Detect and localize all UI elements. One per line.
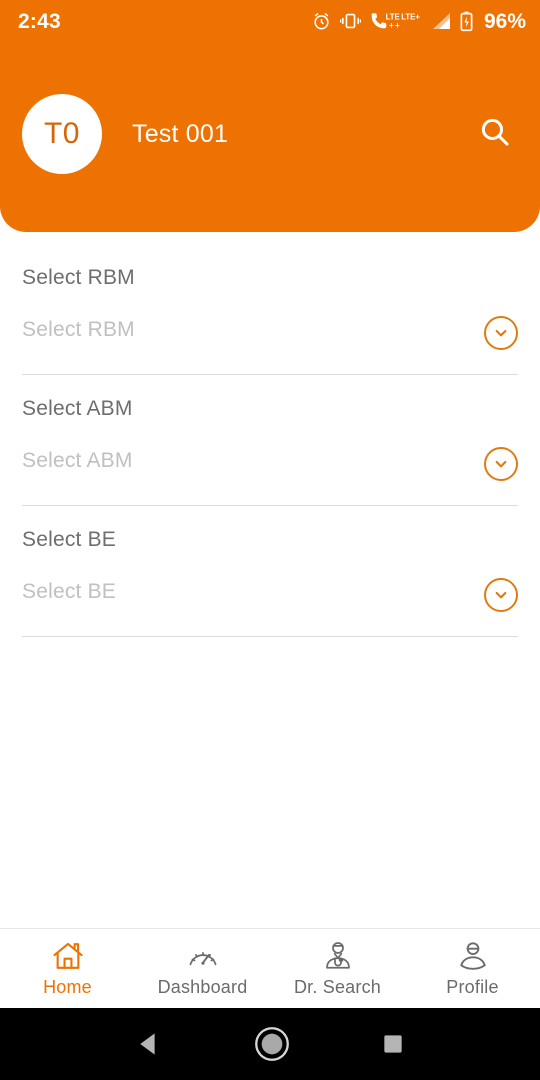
field-select-rbm: Select RBM Select RBM: [22, 266, 518, 375]
field-label-be: Select BE: [22, 528, 117, 551]
home-circle-icon: [255, 1027, 289, 1061]
chevron-down-icon[interactable]: [484, 316, 518, 350]
avatar-initials: T0: [43, 117, 80, 150]
vibrate-icon: [339, 12, 361, 30]
status-time: 2:43: [18, 9, 61, 33]
search-icon: [478, 115, 512, 154]
home-icon: [52, 939, 84, 971]
chevron-down-icon[interactable]: [484, 447, 518, 481]
svg-text:+: +: [389, 21, 394, 30]
svg-text:LTE: LTE: [386, 12, 400, 21]
nav-item-dashboard[interactable]: Dashboard: [135, 929, 270, 1008]
app-header: 2:43 LTE LTE+ + + 96% T0 Test 001: [0, 0, 540, 232]
field-label-abm: Select ABM: [22, 397, 133, 420]
speedometer-icon: [187, 939, 219, 971]
app-root: 2:43 LTE LTE+ + + 96% T0 Test 001 Select…: [0, 0, 540, 1080]
dropdown-be[interactable]: Select BE: [22, 578, 518, 637]
main-content: Select RBM Select RBM Select ABM Select …: [0, 232, 540, 928]
field-select-abm: Select ABM Select ABM: [22, 397, 518, 506]
avatar[interactable]: T0: [22, 94, 102, 174]
bottom-navigation: Home Dashboard Dr. Search Profile: [0, 928, 540, 1008]
system-back-button[interactable]: [134, 1029, 164, 1059]
system-home-button[interactable]: [253, 1025, 291, 1063]
alarm-icon: [312, 12, 331, 31]
nav-item-profile[interactable]: Profile: [405, 929, 540, 1008]
system-recents-button[interactable]: [380, 1031, 406, 1057]
nav-label-home: Home: [43, 977, 92, 997]
dropdown-rbm-value: Select RBM: [22, 318, 135, 341]
doctor-icon: [323, 939, 353, 971]
battery-charging-icon: [460, 11, 473, 32]
svg-text:+: +: [395, 21, 400, 30]
person-icon: [458, 939, 488, 971]
dropdown-abm-value: Select ABM: [22, 449, 133, 472]
svg-text:LTE+: LTE+: [401, 12, 420, 21]
search-button[interactable]: [472, 111, 518, 157]
page-title: Test 001: [132, 119, 229, 148]
nav-item-home[interactable]: Home: [0, 929, 135, 1008]
nav-label-dashboard: Dashboard: [157, 977, 248, 997]
status-bar: 2:43 LTE LTE+ + + 96%: [0, 0, 540, 42]
nav-item-dr-search[interactable]: Dr. Search: [270, 929, 405, 1008]
header-content-row: T0 Test 001: [0, 92, 540, 176]
dropdown-rbm[interactable]: Select RBM: [22, 316, 518, 375]
recents-square-icon: [383, 1035, 402, 1053]
signal-bars-icon: [431, 12, 451, 30]
field-select-be: Select BE Select BE: [22, 528, 518, 637]
field-label-rbm: Select RBM: [22, 266, 135, 289]
dropdown-be-value: Select BE: [22, 580, 117, 603]
battery-percent-label: 96%: [483, 9, 526, 33]
chevron-down-icon[interactable]: [484, 578, 518, 612]
nav-label-dr-search: Dr. Search: [293, 977, 382, 997]
call-lte-icon: LTE LTE+ + +: [370, 11, 422, 31]
status-icon-group: LTE LTE+ + + 96%: [312, 11, 526, 32]
system-navigation-bar: [0, 1008, 540, 1080]
dropdown-abm[interactable]: Select ABM: [22, 447, 518, 506]
back-triangle-icon: [140, 1033, 155, 1055]
nav-label-profile: Profile: [446, 977, 499, 997]
